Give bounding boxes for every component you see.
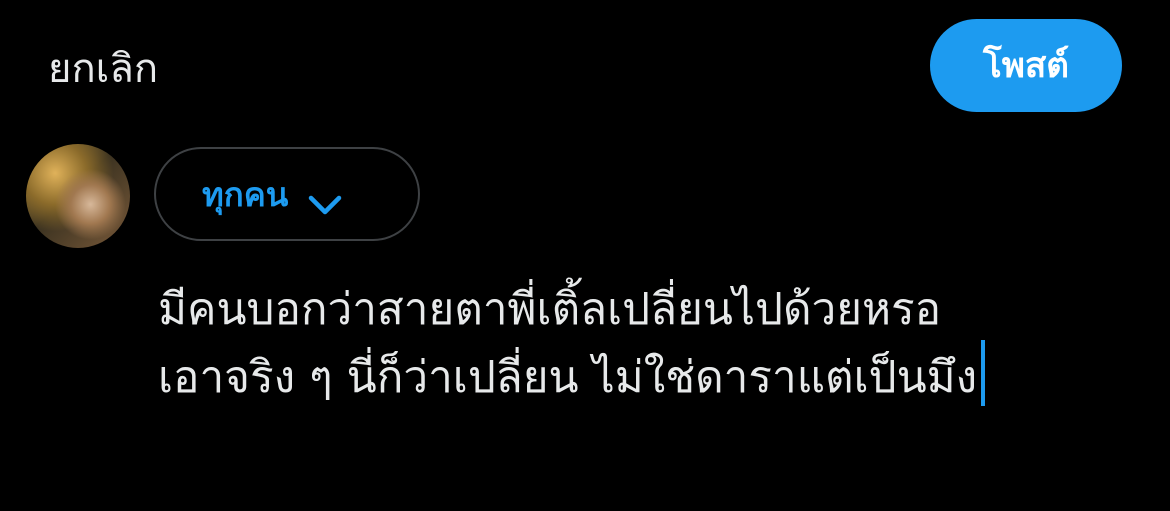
- avatar[interactable]: [26, 144, 130, 248]
- text-cursor: [981, 340, 986, 406]
- cancel-button[interactable]: ยกเลิก: [48, 40, 158, 98]
- compose-textarea[interactable]: มีคนบอกว่าสายตาพี่เติ้ลเปลี่ยนไปด้วยหรอ …: [158, 280, 1148, 408]
- compose-text-line-1: มีคนบอกว่าสายตาพี่เติ้ลเปลี่ยนไปด้วยหรอ: [158, 284, 942, 335]
- chevron-down-icon: [308, 184, 342, 215]
- compose-text-line-2: เอาจริง ๆ นี่ก็ว่าเปลี่ยน ไม่ใช่ดาราแต่เ…: [158, 352, 978, 403]
- compose-text-line-2-wrapper: เอาจริง ๆ นี่ก็ว่าเปลี่ยน ไม่ใช่ดาราแต่เ…: [158, 340, 1148, 408]
- post-button[interactable]: โพสต์: [930, 19, 1122, 112]
- audience-selector[interactable]: ทุกคน: [154, 147, 420, 241]
- audience-label: ทุกคน: [202, 174, 289, 214]
